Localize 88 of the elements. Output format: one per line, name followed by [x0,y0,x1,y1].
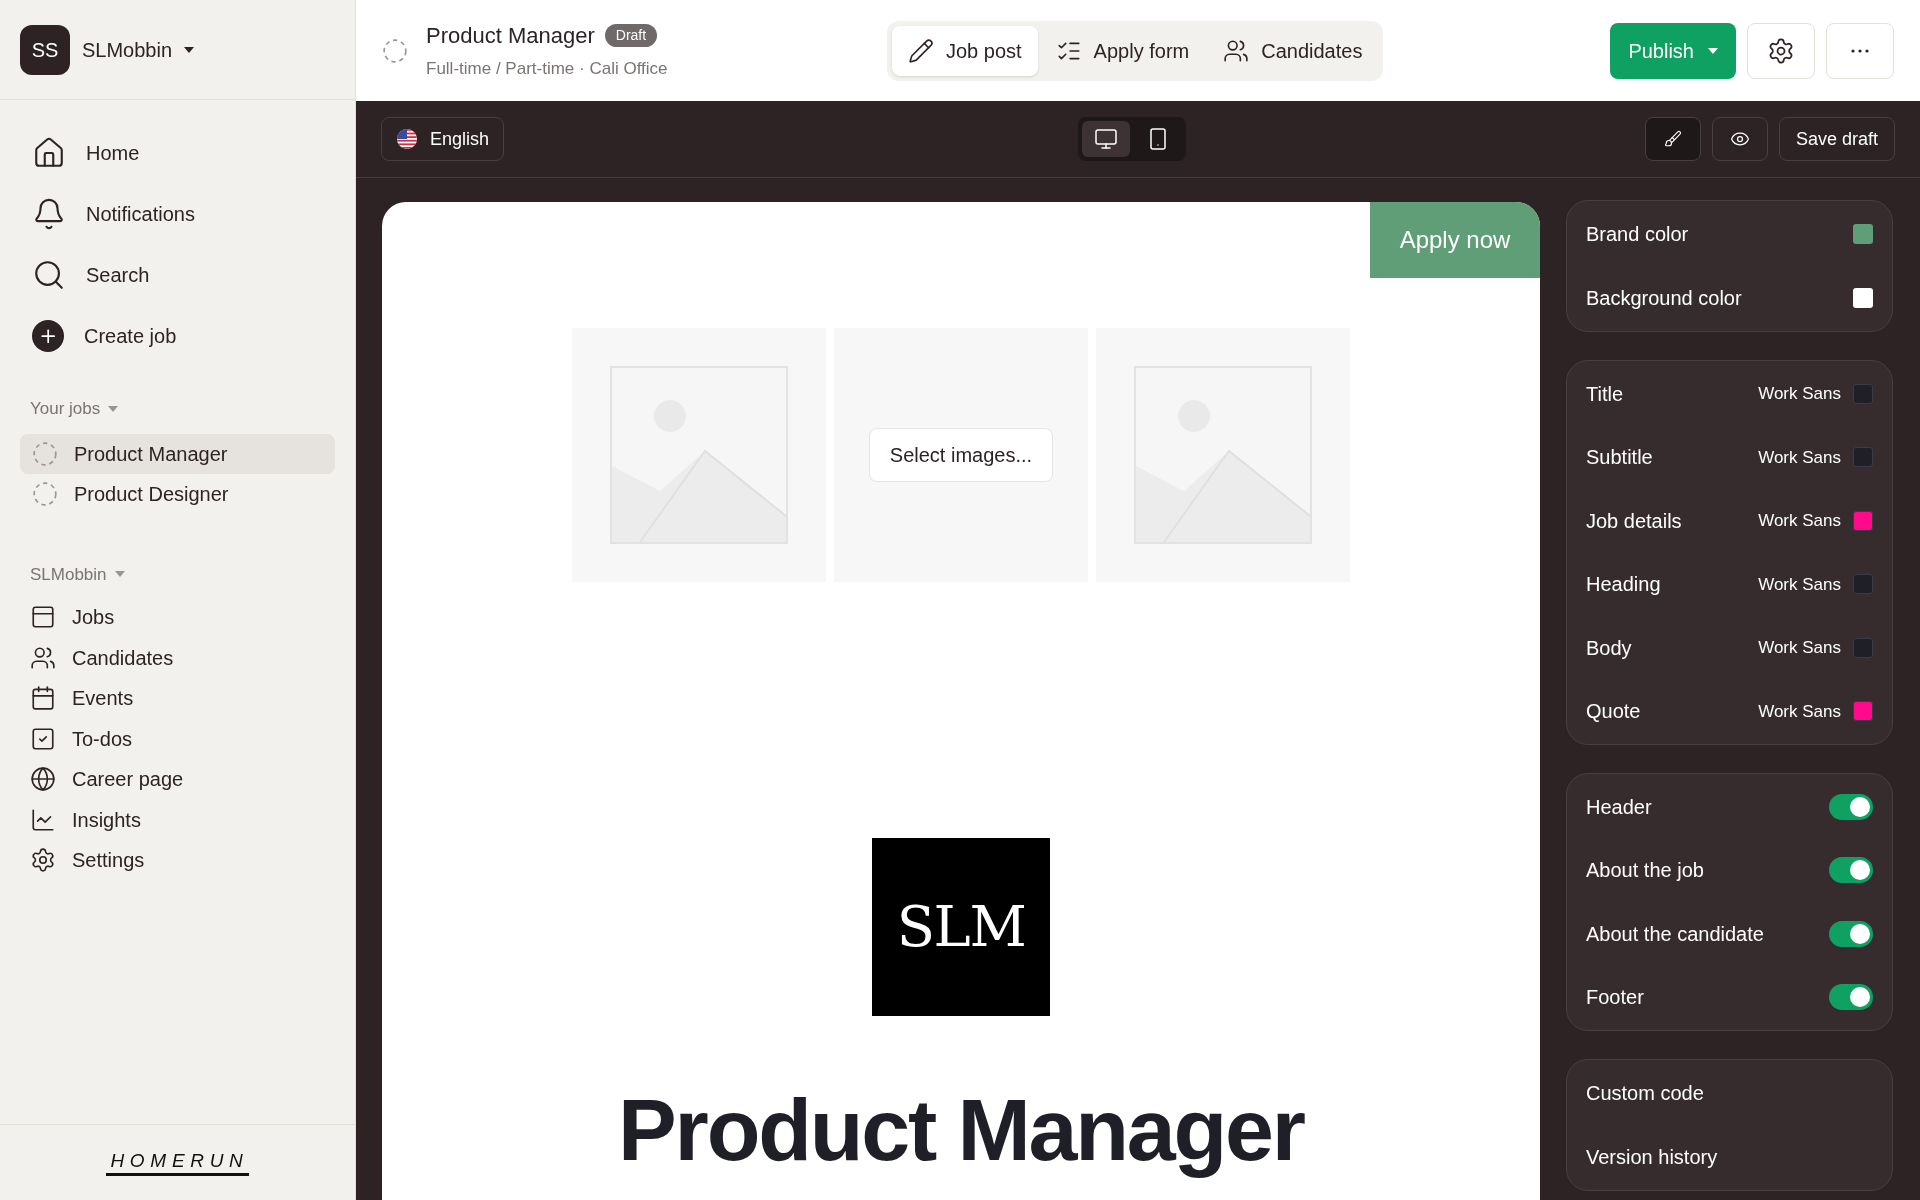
setting-label: Quote [1586,699,1641,725]
color-swatch[interactable] [1853,701,1873,722]
setting-label: Body [1586,635,1632,661]
nav-item[interactable]: Home [20,133,335,173]
font-name[interactable]: Work Sans [1758,381,1841,407]
nav-item[interactable]: Candidates [20,637,335,678]
save-draft-button[interactable]: Save draft [1778,117,1895,161]
setting-label: Brand color [1586,222,1689,247]
toggle-switch[interactable] [1829,920,1873,947]
people-icon [30,644,56,671]
settings-button[interactable] [1747,22,1815,79]
settings-icon [30,847,56,874]
home-icon [32,136,66,170]
color-swatch[interactable] [1853,574,1873,595]
window-icon [30,604,56,631]
us-flag-icon [396,128,418,150]
job-item[interactable]: Product Designer [20,473,335,514]
caret-icon [108,405,119,412]
color-swatch[interactable] [1853,383,1873,404]
setting-label: Footer [1586,985,1644,1011]
setting-label: About the job [1586,858,1704,884]
workspace-avatar: SS [20,24,70,75]
language-button[interactable]: English [381,117,505,161]
nav-item[interactable]: To-dos [20,718,335,759]
caret-icon [184,46,195,53]
nav-item[interactable]: Insights [20,799,335,840]
plus-icon [32,320,64,352]
preview-button[interactable] [1711,117,1768,161]
nav-item[interactable]: Events [20,678,335,719]
setting-label: Subtitle [1586,445,1653,471]
calendar-icon [30,685,56,712]
tab[interactable]: Apply form [1039,25,1206,76]
setting-label: Job details [1586,508,1682,534]
search-icon [32,258,66,292]
monitor-icon [1094,127,1119,151]
more-icon [1851,48,1869,53]
nav-item[interactable]: Jobs [20,597,335,638]
toggle-switch[interactable] [1829,984,1873,1011]
job-item[interactable]: Product Manager [20,433,335,474]
homerun-logo: HOMERUN [106,1149,249,1176]
section-heading[interactable]: SLMobbin [20,561,125,587]
job-subtitle: Full-time / Part-time · Cali Office [426,58,669,81]
section-heading[interactable]: Your jobs [20,396,119,422]
select-images-button[interactable]: Select images... [868,428,1054,482]
bell-icon [32,197,66,231]
font-name[interactable]: Work Sans [1758,698,1841,724]
setting-label: Header [1586,794,1652,820]
nav-item[interactable]: Settings [20,840,335,881]
dashed-circle-icon [32,440,58,467]
setting-label: Background color [1586,286,1742,311]
status-badge: Draft [604,24,658,48]
color-swatch[interactable] [1853,224,1873,244]
font-name[interactable]: Work Sans [1758,444,1841,470]
logo-text: SLM [896,893,1026,961]
nav-item[interactable]: Create job [20,316,335,356]
brush-icon [1663,130,1682,148]
setting-label: About the candidate [1586,921,1764,947]
tab[interactable]: Candidates [1207,25,1379,76]
checkbox-icon [30,725,56,752]
color-swatch[interactable] [1853,510,1873,531]
nav-item[interactable]: Search [20,255,335,295]
style-button[interactable] [1644,117,1701,161]
settings-icon [1767,36,1795,65]
font-name[interactable]: Work Sans [1758,635,1841,661]
people-icon [1223,37,1250,64]
dashed-circle-icon [32,480,58,507]
font-name[interactable]: Work Sans [1758,571,1841,597]
workspace-switcher[interactable]: SLMobbin [82,34,195,65]
setting-label: Heading [1586,572,1661,598]
setting-link[interactable]: Custom code [1586,1078,1704,1108]
setting-link[interactable]: Version history [1586,1142,1718,1172]
nav-item[interactable]: Notifications [20,194,335,234]
desktop-view-button[interactable] [1082,121,1131,157]
pencil-icon [908,37,934,64]
setting-label: Title [1586,381,1624,407]
caret-icon [1708,47,1718,54]
job-title: Product Manager [426,22,595,51]
caret-icon [114,571,125,578]
toggle-switch[interactable] [1829,793,1873,820]
tab[interactable]: Job post [892,25,1038,76]
color-swatch[interactable] [1853,447,1873,468]
color-swatch[interactable] [1853,637,1873,658]
globe-icon [30,766,56,793]
color-swatch[interactable] [1853,288,1873,308]
nav-item[interactable]: Career page [20,759,335,800]
dashed-circle-icon [382,37,408,64]
toggle-switch[interactable] [1829,857,1873,884]
font-name[interactable]: Work Sans [1758,508,1841,534]
